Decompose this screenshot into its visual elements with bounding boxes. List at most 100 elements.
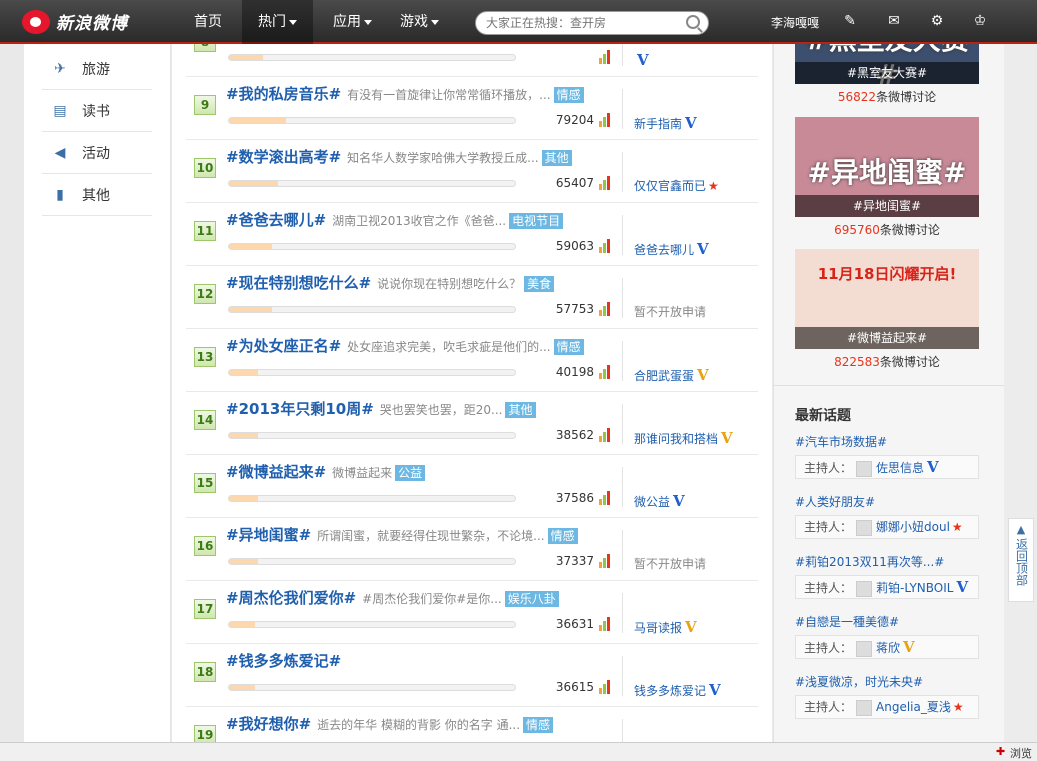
gear-icon[interactable]: ⚙ — [929, 13, 945, 29]
host-name[interactable]: 马哥读报 — [634, 621, 682, 635]
topic-title[interactable]: #微博益起来# 微博益起来 公益 — [226, 461, 426, 482]
sidebar-item-1[interactable]: ▤ 读书 — [42, 90, 152, 132]
topic-host[interactable]: 仅仅官鑫而已 ★ — [634, 177, 719, 194]
topic-title[interactable]: #我好想你# 逝去的年华 模糊的背影 你的名字 通... 情感 — [226, 713, 554, 734]
topic-name[interactable]: #2013年只剩10周# — [226, 400, 374, 418]
avatar[interactable] — [856, 460, 873, 477]
topic-title[interactable]: #现在特别想吃什么# 说说你现在特别想吃什么？ 美食 — [226, 272, 555, 293]
new-topic-link[interactable]: #莉铂2013双11再次等...# — [795, 553, 944, 570]
search-box[interactable] — [475, 11, 709, 35]
search-icon[interactable] — [686, 15, 700, 29]
topic-host[interactable]: 爸爸去哪儿 V — [634, 240, 709, 258]
sidebar-item-0[interactable]: ✈ 旅游 — [42, 48, 152, 90]
topic-host[interactable]: 微公益 V — [634, 492, 685, 510]
nav-item-1[interactable]: 热门 — [242, 0, 313, 44]
host-name[interactable]: 仅仅官鑫而已 — [634, 179, 706, 193]
username-link[interactable]: 李海嘎嘎 — [771, 14, 819, 31]
topic-title[interactable]: #我的私房音乐# 有没有一首旋律让你常常循环播放，... 情感 — [226, 83, 584, 104]
topic-host[interactable]: 新手指南 V — [634, 114, 697, 132]
trend-chart-icon[interactable] — [599, 617, 613, 631]
category-tag[interactable]: 其他 — [505, 402, 536, 418]
topic-name[interactable]: #周杰伦我们爱你# — [226, 589, 356, 607]
topic-name[interactable]: #异地闺蜜# — [226, 526, 311, 544]
topic-title[interactable]: #数学滚出高考# 知名华人数学家哈佛大学教授丘成... 其他 — [226, 146, 572, 167]
host-name[interactable]: 莉铂-LYNBOIL — [876, 581, 953, 595]
nav-item-0[interactable]: 首页 — [186, 0, 230, 44]
sidebar-item-2[interactable]: ◀ 活动 — [42, 132, 152, 174]
topic-name[interactable]: #微博益起来# — [226, 463, 326, 481]
host-name[interactable]: 钱多多炼爱记 — [634, 684, 706, 698]
category-tag[interactable]: 情感 — [553, 339, 584, 355]
host-name[interactable]: 蒋欣 — [876, 641, 900, 655]
sidebar-item-3[interactable]: ▮ 其他 — [42, 174, 152, 216]
category-tag[interactable]: 情感 — [523, 717, 554, 733]
topic-title[interactable]: #周杰伦我们爱你# #周杰伦我们爱你#是你... 娱乐八卦 — [226, 587, 559, 608]
topic-title[interactable]: #为处女座正名# 处女座追求完美，吹毛求疵是他们的... 情感 — [226, 335, 584, 356]
topic-title[interactable]: #2013年只剩10周# 哭也罢笑也罢，距20... 其他 — [226, 398, 536, 419]
weibo-logo[interactable]: 新浪微博 — [22, 9, 128, 34]
topic-title[interactable]: #异地闺蜜# 所谓闺蜜，就要经得住现世繁杂，不论境... 情感 — [226, 524, 578, 545]
category-tag[interactable]: 公益 — [395, 465, 426, 481]
nav-item-2[interactable]: 应用 — [325, 0, 380, 44]
trend-chart-icon[interactable] — [599, 113, 613, 127]
topic-host[interactable]: 合肥武蛋蛋 V — [634, 366, 709, 384]
promo-banner-image[interactable]: #异地闺蜜# #异地闺蜜# — [795, 117, 979, 217]
avatar[interactable] — [856, 519, 873, 536]
avatar[interactable] — [856, 640, 873, 657]
compose-icon[interactable]: ✎ — [842, 13, 858, 29]
topic-host[interactable]: 那谁问我和搭档 V — [634, 429, 733, 447]
category-tag[interactable]: 情感 — [553, 87, 584, 103]
trend-chart-icon[interactable] — [599, 428, 613, 442]
nav-item-3[interactable]: 游戏 — [392, 0, 447, 44]
category-tag[interactable]: 电视节目 — [509, 213, 564, 229]
promo-banner-image[interactable]: 11月18日闪耀开启! #微博益起来# — [795, 249, 979, 349]
sidebar-item-label: 旅游 — [82, 61, 110, 78]
category-tag[interactable]: 娱乐八卦 — [504, 591, 559, 607]
topic-name[interactable]: #数学滚出高考# — [226, 148, 341, 166]
topic-name[interactable]: #爸爸去哪儿# — [226, 211, 326, 229]
topic-row: 16 #异地闺蜜# 所谓闺蜜，就要经得住现世繁杂，不论境... 情感 37337 暂不开放… — [186, 518, 758, 581]
trend-chart-icon[interactable] — [599, 680, 613, 694]
host-name[interactable]: 那谁问我和搭档 — [634, 432, 718, 446]
avatar[interactable] — [856, 699, 873, 716]
host-name[interactable]: 爸爸去哪儿 — [634, 243, 694, 257]
host-name[interactable]: 微公益 — [634, 495, 670, 509]
back-to-top-button[interactable]: ▲ 返回顶部 — [1008, 518, 1034, 602]
topic-name[interactable]: #我好想你# — [226, 715, 311, 733]
new-topic-link[interactable]: #浅夏微凉，时光未央# — [795, 673, 923, 690]
new-topic-link[interactable]: #汽车市场数据# — [795, 433, 887, 450]
trend-chart-icon[interactable] — [599, 176, 613, 190]
topic-host[interactable]: V — [634, 51, 649, 69]
new-topic-link[interactable]: #人类好朋友# — [795, 493, 875, 510]
host-name[interactable]: 佐思信息 — [876, 461, 924, 475]
category-tag[interactable]: 美食 — [524, 276, 555, 292]
topic-name[interactable]: #钱多多炼爱记# — [226, 652, 341, 670]
trend-chart-icon[interactable] — [599, 239, 613, 253]
topic-host[interactable]: 马哥读报 V — [634, 618, 697, 636]
topic-name[interactable]: #现在特别想吃什么# — [226, 274, 371, 292]
trend-chart-icon[interactable] — [599, 50, 613, 64]
mail-icon[interactable]: ✉ — [886, 13, 902, 29]
popularity-bar-fill — [229, 307, 272, 312]
host-name[interactable]: Angelia_夏浅 — [876, 700, 951, 714]
trend-chart-icon[interactable] — [599, 365, 613, 379]
crown-icon[interactable]: ♔ — [972, 13, 988, 29]
topic-title[interactable]: #爸爸去哪儿# 湖南卫视2013收官之作《爸爸... 电视节目 — [226, 209, 564, 230]
topic-name[interactable]: #我的私房音乐# — [226, 85, 341, 103]
search-input[interactable] — [486, 12, 686, 34]
topic-name[interactable]: #为处女座正名# — [226, 337, 341, 355]
host-name[interactable]: 娜娜小妞doul — [876, 520, 950, 534]
host-name[interactable]: 新手指南 — [634, 117, 682, 131]
topic-row: 19#我好想你#逝去的年华 模糊的背影 你的名字 通...情感36547李哲溪V — [186, 707, 758, 742]
trend-chart-icon[interactable] — [599, 554, 613, 568]
trend-chart-icon[interactable] — [599, 491, 613, 505]
host-name[interactable]: 合肥武蛋蛋 — [634, 369, 694, 383]
page-scrollbar[interactable] — [1004, 44, 1037, 742]
avatar[interactable] — [856, 580, 873, 597]
category-tag[interactable]: 情感 — [547, 528, 578, 544]
trend-chart-icon[interactable] — [599, 302, 613, 316]
category-tag[interactable]: 其他 — [541, 150, 572, 166]
topic-host[interactable]: 钱多多炼爱记 V — [634, 681, 721, 699]
topic-title[interactable]: #钱多多炼爱记# — [226, 650, 341, 671]
new-topic-link[interactable]: #自戀是一種美德# — [795, 613, 899, 630]
